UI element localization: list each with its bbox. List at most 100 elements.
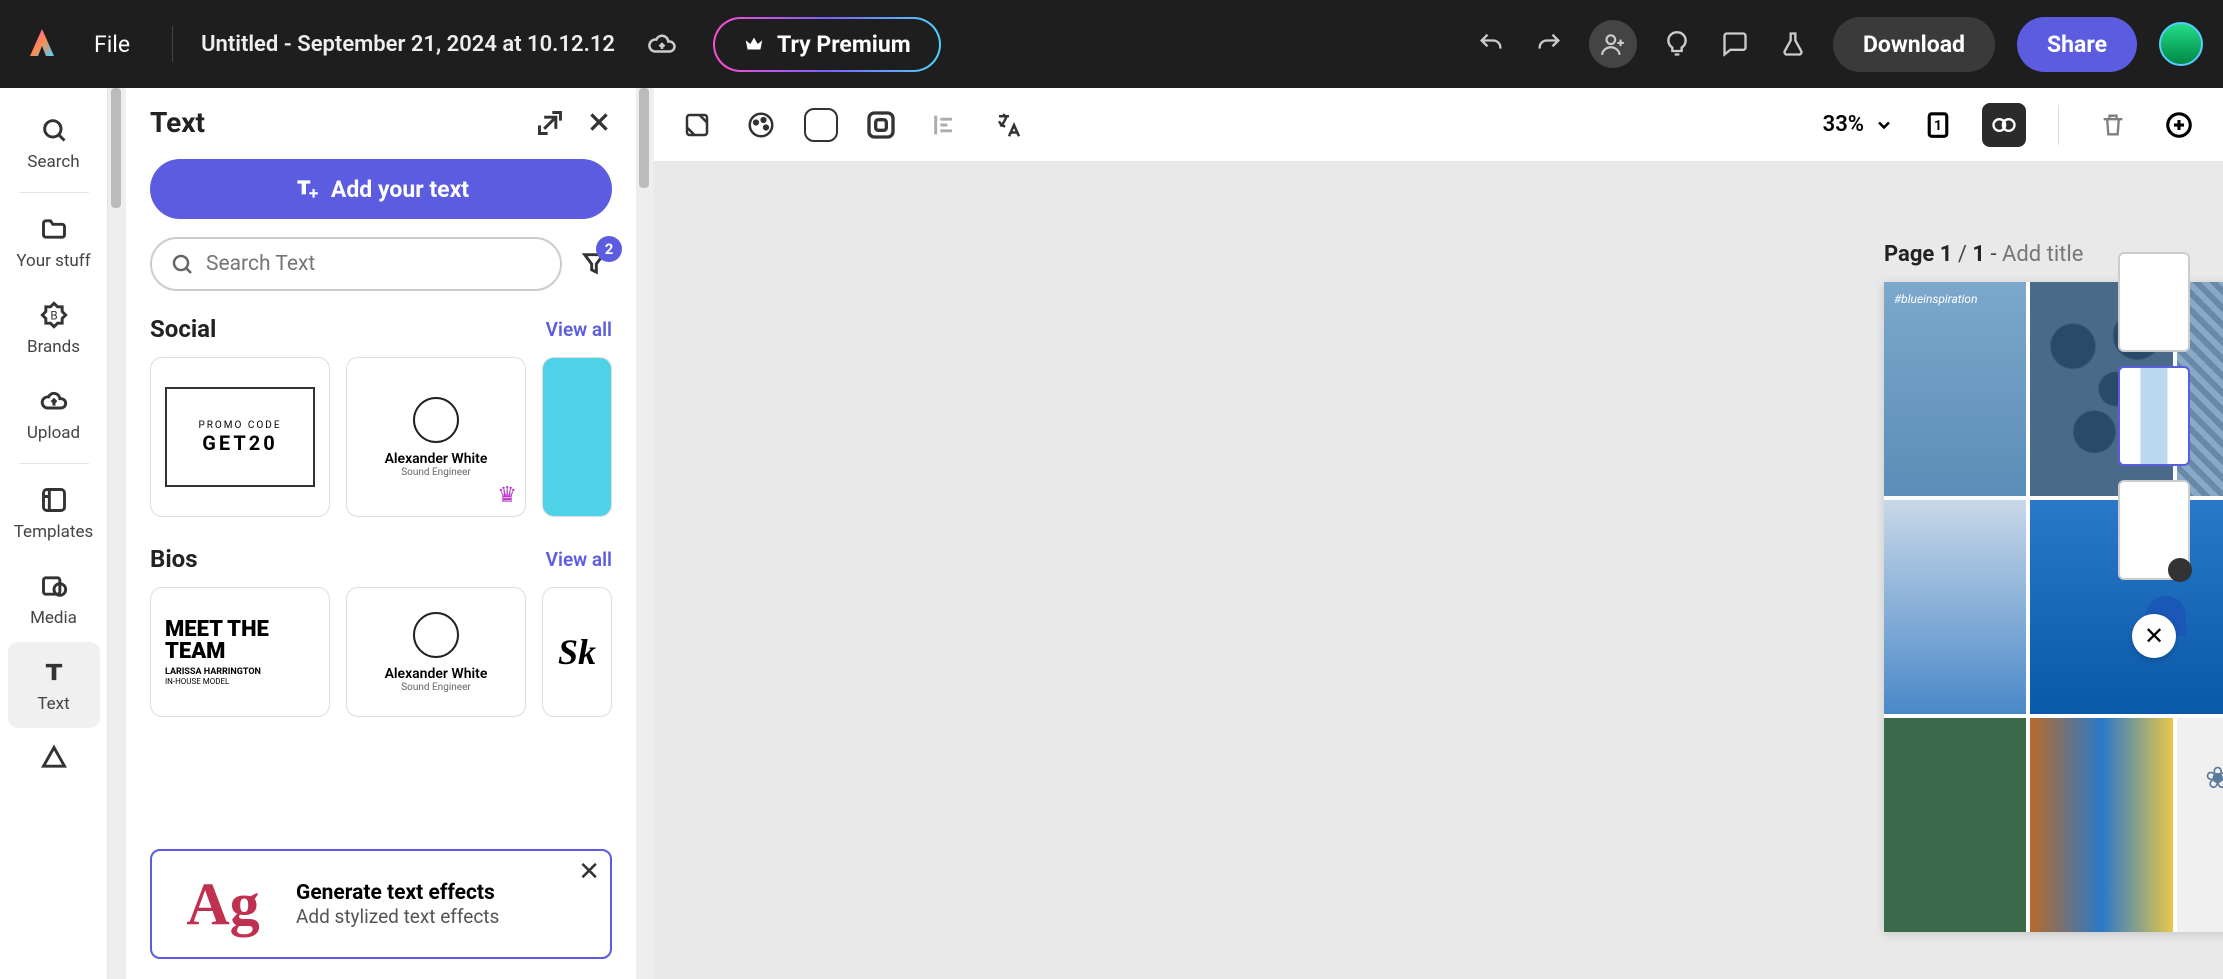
comment-icon[interactable] [1717, 26, 1753, 62]
share-button[interactable]: Share [2017, 17, 2137, 72]
search-icon [38, 114, 70, 146]
add-text-button[interactable]: Add your text [150, 159, 612, 219]
face-icon [413, 612, 459, 658]
search-field[interactable] [206, 252, 542, 276]
document-title[interactable]: Untitled - September 21, 2024 at 10.12.1… [201, 32, 615, 57]
close-thumbnails-button[interactable]: ✕ [2132, 614, 2176, 658]
rail-label: Upload [27, 423, 80, 443]
rail-label: Text [37, 694, 69, 714]
social-card-partial[interactable] [542, 357, 612, 517]
filter-badge: 2 [596, 236, 622, 262]
cloud-sync-icon[interactable] [647, 29, 677, 59]
collage-tile[interactable] [1884, 718, 2026, 932]
close-icon[interactable]: ✕ [578, 857, 600, 887]
invite-icon[interactable] [1589, 20, 1637, 68]
expand-icon[interactable] [536, 109, 564, 137]
shapes-icon [38, 742, 70, 774]
add-page-icon[interactable] [2157, 103, 2201, 147]
chevron-down-icon [1874, 115, 1894, 135]
page-thumb[interactable] [2118, 252, 2190, 352]
collage-tile[interactable] [1884, 282, 2026, 496]
square-icon[interactable] [804, 108, 838, 142]
generate-title: Generate text effects [296, 881, 499, 905]
download-button[interactable]: Download [1833, 17, 1995, 72]
panel-scrollbar[interactable] [108, 88, 126, 979]
rail-label: Templates [14, 522, 94, 542]
view-options-button[interactable] [1982, 103, 2026, 147]
redo-icon[interactable] [1531, 26, 1567, 62]
zoom-value: 33% [1823, 112, 1864, 137]
rail-shapes[interactable] [8, 728, 100, 788]
ag-thumb-icon: Ag [168, 869, 278, 939]
collage-tile[interactable] [2030, 718, 2172, 932]
bios-card-profile[interactable]: Alexander White Sound Engineer [346, 587, 526, 717]
add-text-label: Add your text [331, 176, 469, 203]
social-view-all[interactable]: View all [546, 318, 612, 341]
social-card-profile[interactable]: Alexander White Sound Engineer ♛ [346, 357, 526, 517]
app-logo-icon[interactable] [20, 22, 64, 66]
premium-label: Try Premium [777, 31, 911, 58]
delete-icon[interactable] [2091, 103, 2135, 147]
rail-upload[interactable]: Upload [8, 371, 100, 457]
section-social-title: Social [150, 315, 546, 343]
zoom-control[interactable]: 33% [1823, 112, 1894, 137]
undo-icon[interactable] [1473, 26, 1509, 62]
panel-scrollbar-right[interactable] [636, 88, 654, 979]
social-card-promo[interactable]: PROMO CODE GET20 [150, 357, 330, 517]
rail-your-stuff[interactable]: Your stuff [8, 199, 100, 285]
collage-tile[interactable] [1884, 500, 2026, 714]
color-icon[interactable] [740, 104, 782, 146]
user-avatar[interactable] [2159, 22, 2203, 66]
upload-icon [38, 385, 70, 417]
rail-label: Your stuff [16, 251, 90, 271]
rail-brands[interactable]: B Brands [8, 285, 100, 371]
section-bios-title: Bios [150, 545, 546, 573]
search-icon [170, 252, 194, 276]
filter-button[interactable]: 2 [576, 246, 612, 282]
translate-icon[interactable] [988, 104, 1030, 146]
svg-text:1: 1 [1934, 118, 1942, 134]
bios-view-all[interactable]: View all [546, 548, 612, 571]
rail-templates[interactable]: Templates [8, 470, 100, 556]
page-thumb[interactable] [2118, 480, 2190, 580]
frame-icon[interactable] [860, 104, 902, 146]
rail-search[interactable]: Search [8, 100, 100, 186]
canvas-toolbar: 33% 1 [654, 88, 2223, 162]
search-text-input[interactable] [150, 237, 562, 291]
close-icon[interactable] [586, 109, 612, 137]
brands-icon: B [38, 299, 70, 331]
rail-label: Brands [27, 337, 80, 357]
main-area: Search Your stuff B Brands Upload Templa… [0, 88, 2223, 979]
page-thumb-active[interactable] [2118, 366, 2190, 466]
premium-badge-icon: ♛ [497, 483, 517, 508]
templates-icon [38, 484, 70, 516]
page-label[interactable]: Page 1 / 1 - Add title [1884, 242, 2083, 267]
bios-card-team[interactable]: MEET THE TEAM LARISSA HARRINGTON IN-HOUS… [150, 587, 330, 717]
media-icon [38, 570, 70, 602]
align-icon[interactable] [924, 104, 966, 146]
canvas-area: 33% 1 View options Page 1 / 1 - Add titl… [654, 88, 2223, 979]
rail-text[interactable]: Text [8, 642, 100, 728]
collage-tile[interactable] [2177, 718, 2223, 932]
generate-text-effects-card[interactable]: Ag Generate text effects Add stylized te… [150, 849, 612, 959]
divider [172, 26, 173, 62]
folder-icon [38, 213, 70, 245]
page-icon[interactable]: 1 [1916, 103, 1960, 147]
face-icon [413, 397, 459, 443]
beaker-icon[interactable] [1775, 26, 1811, 62]
resize-icon[interactable] [676, 104, 718, 146]
hint-icon[interactable] [1659, 26, 1695, 62]
canvas-body[interactable]: View options Page 1 / 1 - Add title [654, 162, 2223, 979]
top-right-controls: Download Share [1473, 17, 2203, 72]
bios-card-partial[interactable]: Sk [542, 587, 612, 717]
rail-label: Media [30, 608, 77, 628]
file-menu[interactable]: File [80, 23, 144, 66]
text-icon [38, 656, 70, 688]
rail-media[interactable]: Media [8, 556, 100, 642]
text-panel: Text Add your text 2 Social View all [126, 88, 636, 979]
page-thumbnails: ✕ [2115, 252, 2193, 658]
try-premium-button[interactable]: Try Premium [713, 17, 941, 72]
svg-text:B: B [50, 309, 57, 323]
top-bar: File Untitled - September 21, 2024 at 10… [0, 0, 2223, 88]
left-rail: Search Your stuff B Brands Upload Templa… [0, 88, 108, 979]
